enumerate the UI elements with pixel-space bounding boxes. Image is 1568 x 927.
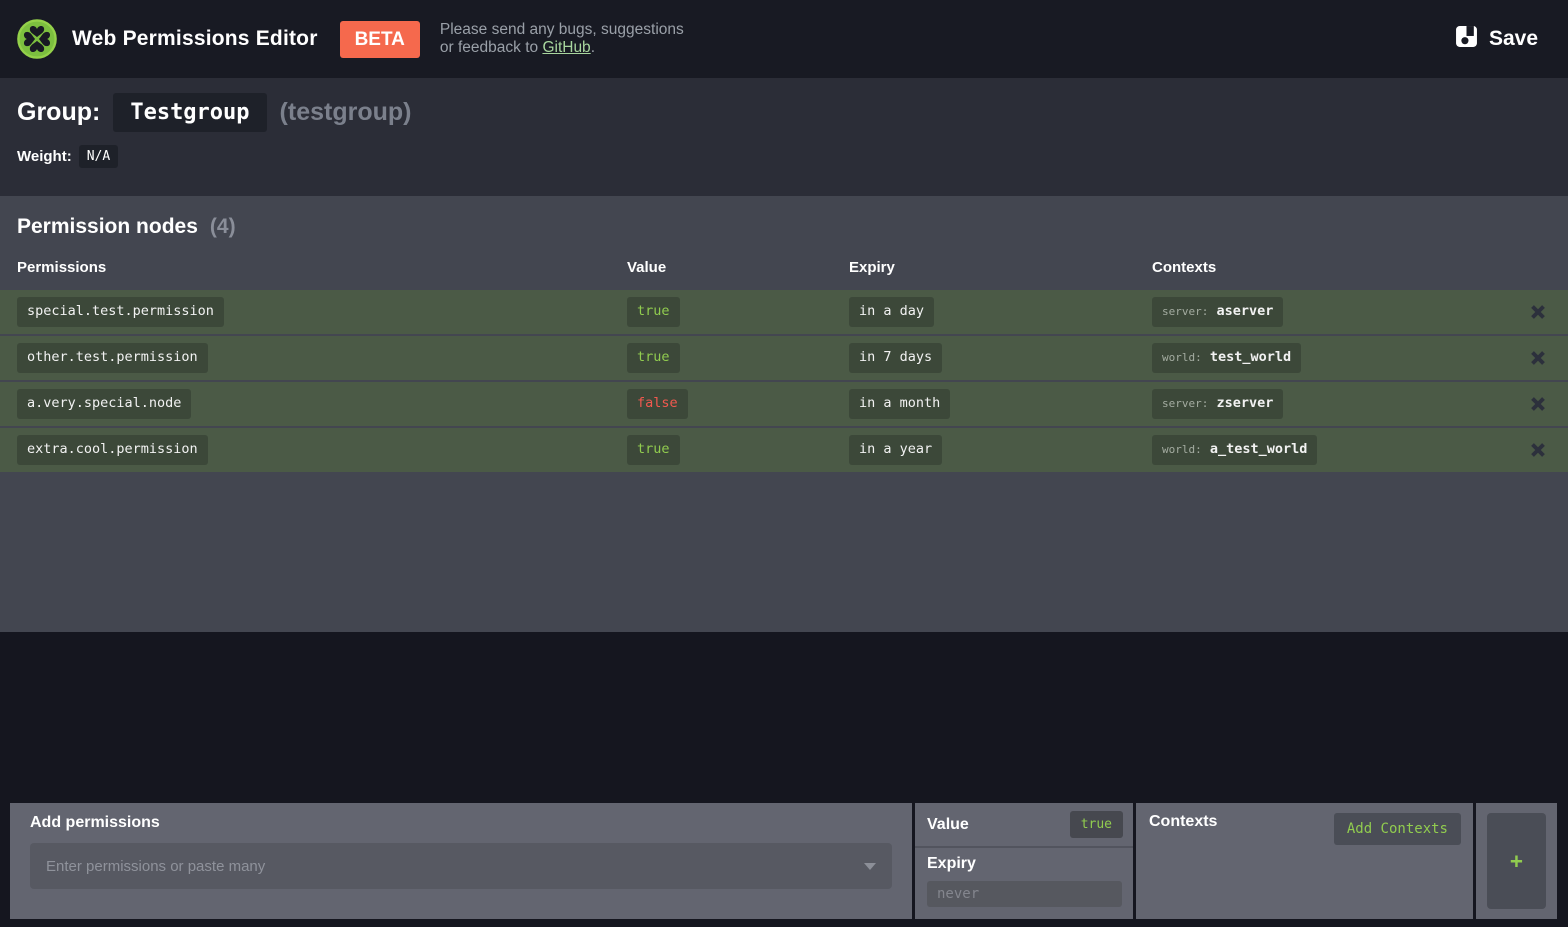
app-root: Web Permissions Editor BETA Please send … bbox=[0, 0, 1568, 927]
value-chip[interactable]: false bbox=[627, 389, 688, 419]
value-chip[interactable]: true bbox=[627, 435, 680, 465]
node-count: (4) bbox=[209, 215, 236, 238]
save-button[interactable]: Save bbox=[1449, 24, 1544, 55]
beta-badge: BETA bbox=[339, 20, 420, 58]
add-permissions-panel: Add permissions bbox=[10, 803, 912, 919]
permission-row: special.test.permission true in a day se… bbox=[0, 290, 1568, 334]
value-chip[interactable]: true bbox=[627, 297, 680, 327]
permission-chip[interactable]: extra.cool.permission bbox=[17, 435, 208, 465]
column-contexts: Contexts bbox=[1152, 259, 1217, 276]
feedback-line2: or feedback to bbox=[439, 39, 543, 56]
column-value: Value bbox=[627, 259, 667, 276]
weight-label: Weight: bbox=[17, 148, 72, 165]
app-title: Web Permissions Editor bbox=[72, 27, 318, 50]
context-chip[interactable]: world: test_world bbox=[1152, 343, 1302, 373]
value-toggle[interactable]: true bbox=[1069, 811, 1123, 838]
add-node-panel: + bbox=[1476, 803, 1557, 919]
permission-chip[interactable]: a.very.special.node bbox=[17, 389, 192, 419]
context-key: server: bbox=[1162, 397, 1209, 411]
value-label: Value bbox=[927, 815, 969, 833]
group-section: Group: Testgroup (testgroup) Weight: N/A bbox=[0, 78, 1568, 196]
weight-value[interactable]: N/A bbox=[78, 145, 119, 168]
expiry-label: Expiry bbox=[927, 855, 976, 872]
group-name[interactable]: Testgroup bbox=[113, 93, 267, 132]
context-chip[interactable]: world: a_test_world bbox=[1152, 435, 1318, 465]
empty-area bbox=[0, 632, 1568, 803]
feedback-suffix: . bbox=[590, 39, 595, 56]
context-key: world: bbox=[1162, 443, 1202, 457]
add-node-button[interactable]: + bbox=[1487, 813, 1546, 909]
feedback-note: Please send any bugs, suggestions or fee… bbox=[440, 21, 684, 57]
group-id: (testgroup) bbox=[279, 98, 412, 126]
context-key: server: bbox=[1162, 305, 1209, 319]
group-label: Group: bbox=[17, 98, 101, 126]
permission-rows: special.test.permission true in a day se… bbox=[0, 290, 1568, 472]
add-permissions-title: Add permissions bbox=[30, 814, 160, 831]
x-icon[interactable] bbox=[1526, 438, 1550, 462]
permission-nodes-section: Permission nodes (4) Permissions Value E… bbox=[0, 196, 1568, 632]
context-value: zserver bbox=[1216, 395, 1274, 412]
floppy-disk-icon bbox=[1455, 25, 1478, 54]
permission-row: a.very.special.node false in a month ser… bbox=[0, 382, 1568, 426]
context-chip[interactable]: server: aserver bbox=[1152, 297, 1284, 327]
context-value: a_test_world bbox=[1209, 441, 1308, 458]
expiry-chip[interactable]: in 7 days bbox=[849, 343, 943, 373]
add-permissions-bar: Add permissions Value true Expiry Contex… bbox=[10, 803, 1557, 919]
x-icon[interactable] bbox=[1526, 392, 1550, 416]
contexts-label: Contexts bbox=[1149, 813, 1218, 830]
permission-row: other.test.permission true in 7 days wor… bbox=[0, 336, 1568, 380]
x-icon[interactable] bbox=[1526, 300, 1550, 324]
github-link[interactable]: GitHub bbox=[542, 39, 590, 56]
column-permissions: Permissions bbox=[17, 259, 107, 276]
value-chip[interactable]: true bbox=[627, 343, 680, 373]
x-icon[interactable] bbox=[1526, 346, 1550, 370]
app-header: Web Permissions Editor BETA Please send … bbox=[0, 0, 1568, 78]
value-expiry-panel: Value true Expiry bbox=[915, 803, 1133, 919]
add-contexts-button[interactable]: Add Contexts bbox=[1333, 813, 1461, 845]
permissions-input[interactable] bbox=[30, 843, 892, 889]
feedback-line1: Please send any bugs, suggestions bbox=[439, 21, 684, 39]
context-key: world: bbox=[1162, 351, 1202, 365]
table-header: Permissions Value Expiry Contexts bbox=[0, 253, 1568, 290]
expiry-chip[interactable]: in a month bbox=[849, 389, 951, 419]
permission-chip[interactable]: other.test.permission bbox=[17, 343, 208, 373]
contexts-panel: Contexts Add Contexts bbox=[1136, 803, 1473, 919]
context-value: test_world bbox=[1209, 349, 1292, 366]
expiry-input[interactable] bbox=[927, 881, 1122, 907]
expiry-chip[interactable]: in a day bbox=[849, 297, 935, 327]
context-value: aserver bbox=[1216, 303, 1274, 320]
permission-chip[interactable]: special.test.permission bbox=[17, 297, 224, 327]
permission-row: extra.cool.permission true in a year wor… bbox=[0, 428, 1568, 472]
context-chip[interactable]: server: zserver bbox=[1152, 389, 1284, 419]
save-label: Save bbox=[1488, 27, 1538, 50]
expiry-chip[interactable]: in a year bbox=[849, 435, 943, 465]
clover-icon bbox=[16, 18, 58, 60]
section-title: Permission nodes bbox=[17, 215, 198, 238]
caret-down-icon[interactable] bbox=[864, 863, 876, 870]
column-expiry: Expiry bbox=[849, 259, 895, 276]
permissions-input-wrap bbox=[30, 843, 892, 889]
